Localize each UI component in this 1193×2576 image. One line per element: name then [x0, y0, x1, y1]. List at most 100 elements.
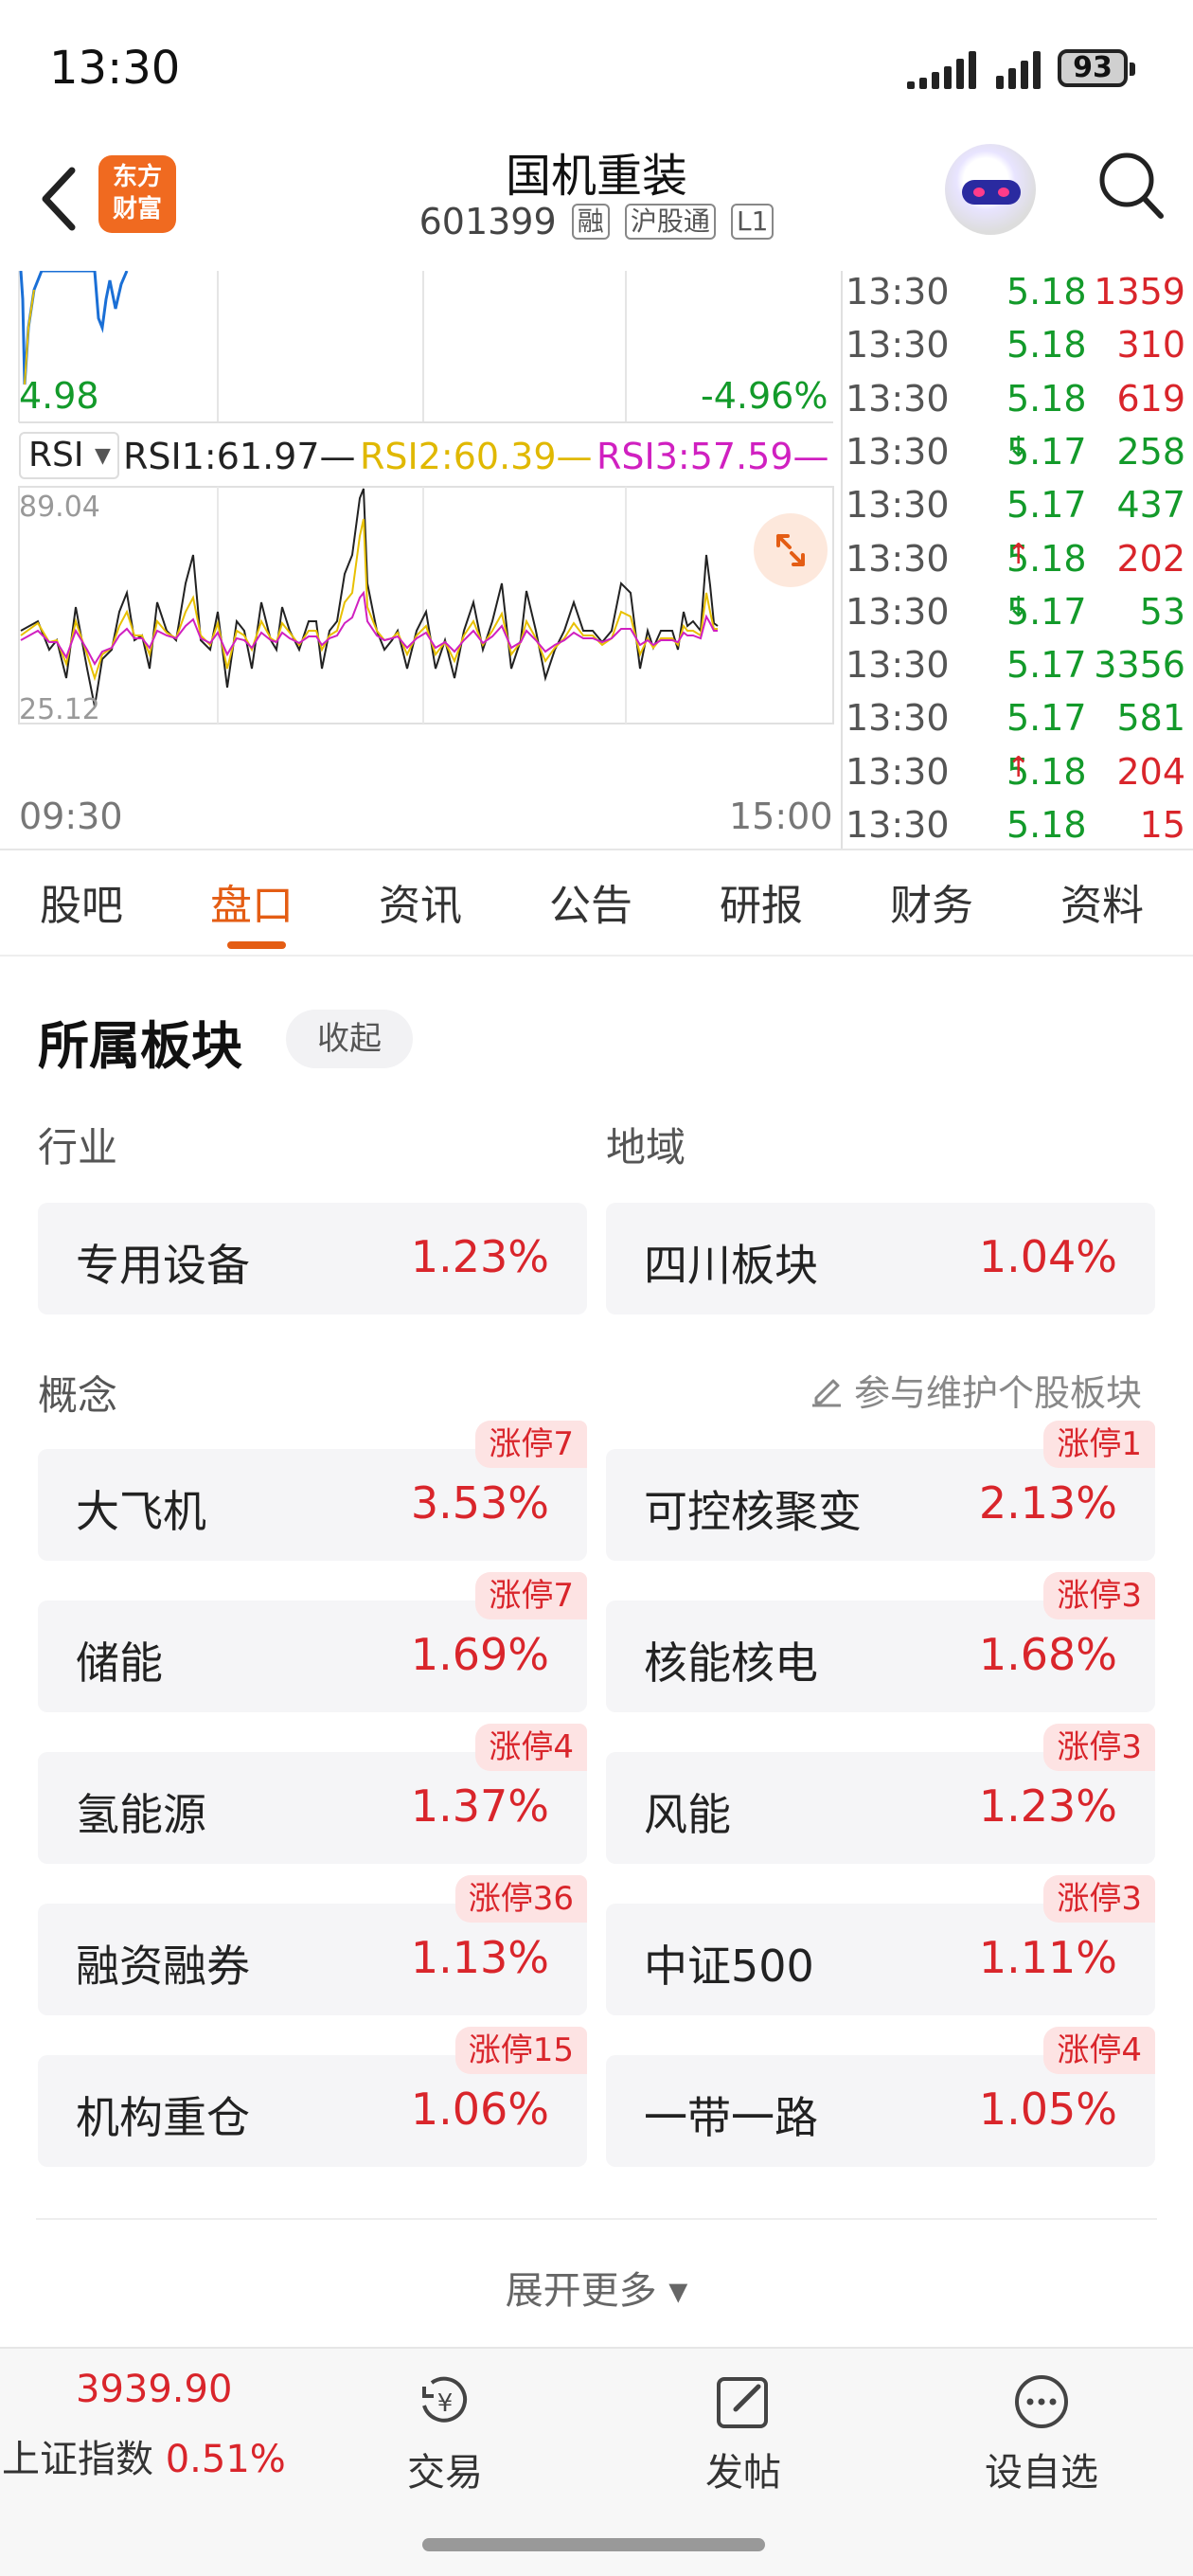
- connect-tag: 沪股通: [624, 204, 716, 240]
- maintain-sector-link[interactable]: 参与维护个股板块: [807, 1364, 1142, 1416]
- indicator-selector[interactable]: RSI ▼: [19, 432, 119, 479]
- industry-card[interactable]: 专用设备 1.23%: [38, 1203, 587, 1315]
- tick-volume: 437: [1116, 484, 1185, 527]
- edit-pencil-icon: [812, 1379, 841, 1407]
- concept-name: 融资融券: [76, 1941, 250, 1992]
- concept-name: 中证500: [644, 1941, 814, 1992]
- tick-time: 13:30: [846, 271, 950, 313]
- tick-volume: 53: [1139, 590, 1185, 633]
- rsi3-line: [20, 590, 718, 667]
- status-time: 13:30: [49, 42, 181, 95]
- region-card[interactable]: 四川板块 1.04%: [606, 1203, 1155, 1315]
- post-edit-icon: [717, 2377, 768, 2428]
- price-low-label: 4.98: [19, 375, 99, 417]
- concept-card[interactable]: 一带一路 1.05% 涨停4: [606, 2027, 1155, 2167]
- chart-svg: [18, 271, 834, 724]
- stock-code: 601399: [418, 201, 557, 242]
- concept-pct: 1.37%: [410, 1780, 549, 1832]
- concept-pct: 1.13%: [410, 1932, 549, 1983]
- tick-row: 13:30 5.17 ↓ 258: [846, 430, 1185, 473]
- tick-time: 13:30: [846, 430, 950, 473]
- trade-yuan-icon: ¥: [422, 2376, 468, 2423]
- concept-pct: 1.05%: [978, 2084, 1117, 2135]
- tick-volume: 619: [1116, 377, 1185, 420]
- tick-row: 13:30 5.17 581: [846, 697, 1185, 740]
- concept-card[interactable]: 可控核聚变 2.13% 涨停1: [606, 1421, 1155, 1561]
- tab-finance[interactable]: 财务: [890, 871, 973, 932]
- fullscreen-expand-icon[interactable]: [754, 513, 828, 587]
- concept-name: 核能核电: [644, 1637, 818, 1689]
- limit-up-badge: 涨停1: [1043, 1421, 1155, 1468]
- concept-pct: 1.68%: [978, 1629, 1117, 1680]
- concept-name: 机构重仓: [76, 2092, 250, 2143]
- maintain-sector-label: 参与维护个股板块: [854, 1372, 1143, 1414]
- price-line: [19, 271, 129, 385]
- search-icon[interactable]: [1095, 148, 1166, 224]
- concept-pct: 2.13%: [978, 1477, 1117, 1529]
- cell-signal-icon: [996, 47, 1041, 89]
- tab-research[interactable]: 研报: [720, 871, 803, 932]
- tick-list[interactable]: 13:30 5.18 1359 13:30 5.18 310 13:30 5.18 619 13:…: [841, 271, 1193, 849]
- tab-announcement[interactable]: 公告: [549, 871, 632, 932]
- concept-name: 大飞机: [76, 1486, 206, 1537]
- limit-up-badge: 涨停4: [475, 1724, 587, 1771]
- industry-pct: 1.23%: [410, 1231, 549, 1282]
- concept-card[interactable]: 风能 1.23% 涨停3: [606, 1724, 1155, 1864]
- tick-volume: 581: [1116, 697, 1185, 740]
- limit-up-badge: 涨停3: [1043, 1724, 1155, 1771]
- rsi-max-label: 89.04: [19, 491, 100, 524]
- trade-label: 交易: [407, 2451, 483, 2495]
- index-value[interactable]: 3939.90: [76, 2368, 232, 2411]
- tick-time: 13:30: [846, 590, 950, 633]
- home-indicator[interactable]: [422, 2538, 765, 2551]
- concept-card[interactable]: 融资融券 1.13% 涨停36: [38, 1875, 587, 2015]
- concept-pct: 1.69%: [410, 1629, 549, 1680]
- margin-tag: 融: [571, 204, 610, 240]
- concept-card[interactable]: 中证500 1.11% 涨停3: [606, 1875, 1155, 2015]
- svg-text:¥: ¥: [437, 2389, 454, 2418]
- tick-volume: 15: [1139, 804, 1185, 846]
- expand-more-button[interactable]: 展开更多 ▾: [0, 2260, 1193, 2315]
- dropdown-triangle-icon: ▼: [94, 444, 111, 468]
- tick-volume: 1359: [1094, 271, 1185, 313]
- tab-profile[interactable]: 资料: [1060, 871, 1144, 932]
- divider: [36, 2218, 1157, 2220]
- time-end-label: 15:00: [729, 796, 833, 837]
- price-change-label: -4.96%: [701, 375, 828, 417]
- limit-up-badge: 涨停3: [1043, 1875, 1155, 1923]
- concept-card[interactable]: 氢能源 1.37% 涨停4: [38, 1724, 587, 1864]
- limit-up-badge: 涨停15: [454, 2027, 587, 2074]
- rsi1-line: [20, 488, 719, 707]
- tab-news[interactable]: 资讯: [379, 871, 462, 932]
- tick-time: 13:30: [846, 484, 950, 527]
- robot-assistant-icon[interactable]: [945, 144, 1036, 235]
- index-ticker[interactable]: 上证指数 0.51%: [2, 2428, 286, 2483]
- post-label: 发帖: [705, 2451, 781, 2495]
- region-label: 地域: [606, 1124, 686, 1171]
- region-pct: 1.04%: [978, 1231, 1117, 1282]
- concept-pct: 1.11%: [978, 1932, 1117, 1983]
- tab-pankou[interactable]: 盘口: [210, 871, 294, 932]
- concept-card[interactable]: 机构重仓 1.06% 涨停15: [38, 2027, 587, 2167]
- tick-row: 13:30 5.18 ↑ 202: [846, 537, 1185, 580]
- concept-card[interactable]: 核能核电 1.68% 涨停3: [606, 1572, 1155, 1712]
- trade-button[interactable]: ¥ 交易: [360, 2368, 530, 2496]
- region-name: 四川板块: [644, 1240, 818, 1291]
- limit-up-badge: 涨停7: [475, 1421, 587, 1468]
- tab-guba[interactable]: 股吧: [40, 871, 123, 932]
- add-watchlist-button[interactable]: 设自选: [956, 2368, 1127, 2496]
- concept-name: 风能: [644, 1789, 731, 1840]
- concept-card[interactable]: 储能 1.69% 涨停7: [38, 1572, 587, 1712]
- wifi-signal-icon: [907, 47, 976, 89]
- concept-card[interactable]: 大飞机 3.53% 涨停7: [38, 1421, 587, 1561]
- rsi2-value: RSI2:60.39—: [360, 436, 593, 477]
- active-tab-indicator: [227, 941, 286, 949]
- tick-volume: 202: [1116, 537, 1185, 580]
- limit-up-badge: 涨停3: [1043, 1572, 1155, 1619]
- concept-name: 一带一路: [644, 2092, 818, 2143]
- tick-row: 13:30 5.18 619: [846, 377, 1185, 420]
- battery-icon: 93: [1058, 49, 1135, 87]
- tick-row: 13:30 5.17 ↓ 53: [846, 590, 1185, 633]
- collapse-button[interactable]: 收起: [286, 1010, 413, 1068]
- post-button[interactable]: 发帖: [658, 2368, 828, 2496]
